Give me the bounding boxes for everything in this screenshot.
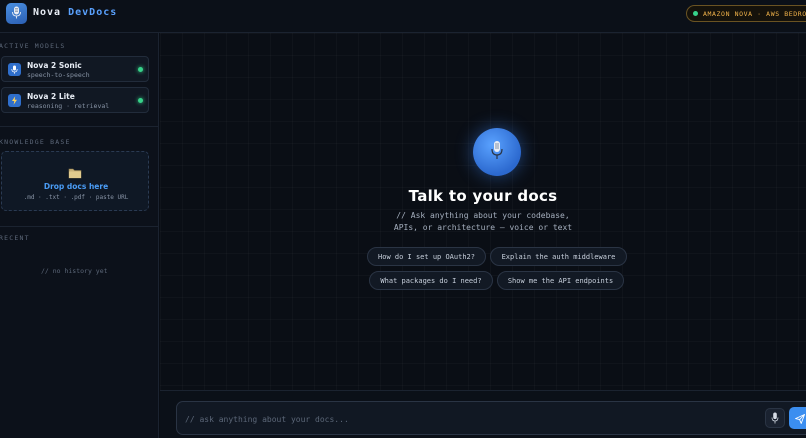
- brand-secondary: DevDocs: [68, 7, 118, 18]
- voice-input-button[interactable]: [765, 408, 785, 428]
- model-card-nova-sonic[interactable]: Nova 2 Sonic speech-to-speech: [1, 56, 149, 82]
- microphone-icon: [11, 4, 22, 23]
- doc-dropzone[interactable]: Drop docs here .md · .txt · .pdf · paste…: [1, 151, 149, 211]
- composer-bar: [160, 390, 806, 438]
- chat-area: Talk to your docs // Ask anything about …: [160, 33, 806, 390]
- sidebar-divider: [0, 226, 159, 227]
- voice-orb[interactable]: [473, 128, 521, 176]
- send-icon: [795, 409, 805, 428]
- dropzone-title: Drop docs here: [43, 182, 109, 191]
- app-title: Nova DevDocs: [33, 7, 117, 18]
- model-subtitle: reasoning · retrieval: [27, 102, 110, 110]
- hero-subtitle-line2: APIs, or architecture — voice or text: [393, 223, 573, 232]
- provider-badge: AMAZON NOVA · AWS BEDROCK: [686, 5, 806, 22]
- model-card-nova-lite[interactable]: Nova 2 Lite reasoning · retrieval: [1, 87, 149, 113]
- model-subtitle: speech-to-speech: [27, 71, 90, 79]
- sidebar-divider: [0, 126, 159, 127]
- suggestion-chip[interactable]: How do I set up OAuth2?: [367, 247, 486, 266]
- suggestion-chip[interactable]: What packages do I need?: [369, 271, 493, 290]
- folder-icon: [68, 164, 82, 183]
- knowledge-base-label: KNOWLEDGE BASE: [0, 138, 71, 146]
- send-button[interactable]: [789, 407, 806, 429]
- brand-primary: Nova: [33, 7, 62, 18]
- no-history-text: // no history yet: [41, 267, 108, 275]
- lightning-icon: [8, 94, 21, 107]
- suggestion-chip[interactable]: Show me the API endpoints: [497, 271, 624, 290]
- hero-title: Talk to your docs: [408, 187, 558, 205]
- model-status-indicator: [138, 98, 143, 103]
- sidebar: ACTIVE MODELS Nova 2 Sonic speech-to-spe…: [0, 33, 159, 438]
- model-name: Nova 2 Sonic: [27, 61, 82, 70]
- composer: [176, 401, 806, 435]
- active-models-label: ACTIVE MODELS: [0, 42, 66, 50]
- app-header: Nova DevDocs AMAZON NOVA · AWS BEDROCK: [0, 0, 806, 33]
- recent-label: RECENT: [0, 234, 30, 242]
- suggestion-chip[interactable]: Explain the auth middleware: [490, 247, 627, 266]
- microphone-icon: [490, 140, 504, 164]
- provider-badge-text: AMAZON NOVA · AWS BEDROCK: [703, 9, 806, 18]
- microphone-icon: [771, 409, 779, 428]
- microphone-icon: [8, 63, 21, 76]
- dropzone-formats: .md · .txt · .pdf · paste URL: [23, 194, 129, 201]
- model-status-indicator: [138, 67, 143, 72]
- app-logo: [6, 3, 27, 24]
- chat-input[interactable]: [185, 411, 745, 427]
- status-dot: [693, 11, 698, 16]
- model-name: Nova 2 Lite: [27, 92, 75, 101]
- hero-subtitle-line1: // Ask anything about your codebase,: [396, 211, 570, 220]
